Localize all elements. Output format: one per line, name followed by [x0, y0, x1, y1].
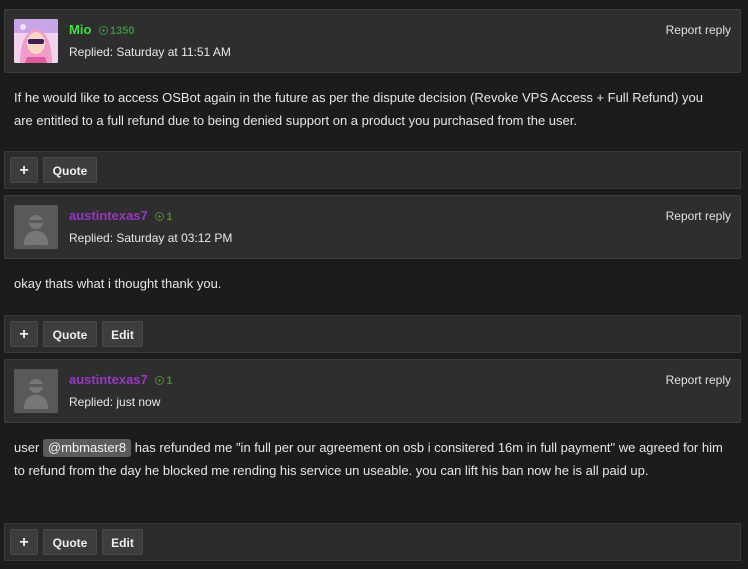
user-mention-link[interactable]: @mbmaster8: [42, 439, 132, 457]
post-toolbar: + Quote Edit: [4, 523, 741, 561]
report-reply-link[interactable]: Report reply: [666, 209, 731, 223]
avatar[interactable]: [14, 369, 58, 413]
post-toolbar: + Quote Edit: [4, 315, 741, 353]
user-line: Mio 1350: [69, 22, 135, 37]
username-link[interactable]: austintexas7: [69, 372, 148, 387]
reputation-count: 1350: [110, 25, 135, 37]
add-reply-button[interactable]: +: [10, 321, 38, 347]
report-reply-link[interactable]: Report reply: [666, 373, 731, 387]
username-link[interactable]: austintexas7: [69, 208, 148, 223]
post-header: austintexas7 1 Replied: Saturday at 03:1…: [4, 195, 741, 259]
post-content: If he would like to access OSBot again i…: [14, 87, 714, 132]
avatar[interactable]: [14, 19, 58, 63]
post-toolbar: + Quote: [4, 151, 741, 189]
edit-button[interactable]: Edit: [102, 321, 143, 347]
user-avatar-image: [14, 19, 58, 63]
default-user-icon: [14, 369, 58, 413]
avatar[interactable]: [14, 205, 58, 249]
reply-timestamp: Replied: Saturday at 11:51 AM: [69, 45, 231, 59]
plus-circle-icon: [155, 376, 165, 385]
post-header: austintexas7 1 Replied: just now Report …: [4, 359, 741, 423]
quote-button[interactable]: Quote: [43, 321, 97, 347]
reputation-count: 1: [166, 211, 173, 223]
post-header: Mio 1350 Replied: Saturday at 11:51 AM R…: [4, 9, 741, 73]
post-text: If he would like to access OSBot again i…: [14, 90, 704, 128]
report-reply-link[interactable]: Report reply: [666, 23, 731, 37]
username-link[interactable]: Mio: [69, 22, 91, 37]
reputation-badge: 1350: [99, 25, 135, 37]
post-content: okay thats what i thought thank you.: [14, 273, 714, 296]
reputation-count: 1: [166, 375, 173, 387]
quote-button[interactable]: Quote: [43, 529, 97, 555]
reputation-badge: 1: [155, 375, 173, 387]
post-content: user @mbmaster8 has refunded me "in full…: [14, 437, 729, 482]
post-text-prefix: user: [14, 440, 40, 455]
reply-timestamp: Replied: Saturday at 03:12 PM: [69, 231, 233, 245]
edit-button[interactable]: Edit: [102, 529, 143, 555]
plus-circle-icon: [155, 212, 165, 221]
post-text: okay thats what i thought thank you.: [14, 276, 222, 291]
reputation-badge: 1: [155, 211, 173, 223]
add-reply-button[interactable]: +: [10, 529, 38, 555]
reply-timestamp: Replied: just now: [69, 395, 161, 409]
user-line: austintexas7 1: [69, 372, 173, 387]
plus-circle-icon: [99, 26, 109, 35]
user-line: austintexas7 1: [69, 208, 173, 223]
quote-button[interactable]: Quote: [43, 157, 97, 183]
default-user-icon: [14, 205, 58, 249]
add-reply-button[interactable]: +: [10, 157, 38, 183]
